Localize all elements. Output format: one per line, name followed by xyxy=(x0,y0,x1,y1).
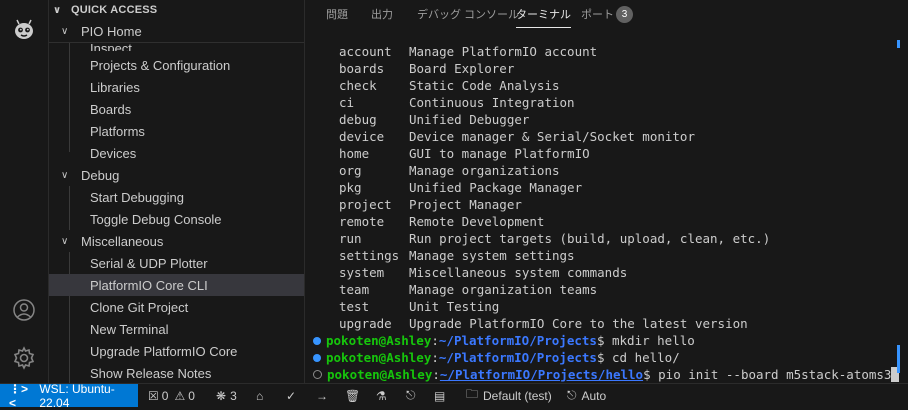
remote-icon: ⋮>< xyxy=(9,381,29,410)
ports-count-badge: 3 xyxy=(616,6,633,23)
terminal-prompt-line: pokoten@Ashley: ~/PlatformIO/Projects $ mk… xyxy=(313,332,695,349)
status-bar: ⋮>< WSL: Ubuntu-22.04 ☒ 0 ⚠ 0 ❋ 3 ⌂ ✓ → … xyxy=(0,381,908,410)
pio-terminal-icon[interactable]: ▤ xyxy=(434,384,445,407)
pio-home-icon[interactable]: ⌂ xyxy=(256,384,263,407)
sidebar-item-label: Show Release Notes xyxy=(90,365,212,381)
command-success-decoration-icon[interactable] xyxy=(313,353,321,362)
terminal-prompt-line: pokoten@Ashley: ~/PlatformIO/Projects $ cd… xyxy=(313,349,680,366)
platformio-alien-icon[interactable] xyxy=(12,18,36,42)
pio-serial-monitor-plug-icon[interactable]: ⎋ xyxy=(406,384,416,407)
activity-bar xyxy=(0,0,49,383)
port-auto-selector[interactable]: ⎋ Auto xyxy=(567,384,606,407)
error-icon: ☒ xyxy=(148,388,159,403)
terminal-line: system Miscellaneous system commands xyxy=(339,265,628,280)
terminal-line: remote Remote Development xyxy=(339,214,545,229)
chevron-down-icon: ∨ xyxy=(53,4,62,16)
sidebar-item-projects-configuration[interactable]: Projects & Configuration xyxy=(49,54,304,76)
terminal-output[interactable]: account Manage PlatformIO account boards B… xyxy=(305,38,900,383)
tab-problems[interactable]: 問題 xyxy=(326,0,348,30)
terminal-line: ci Continuous Integration xyxy=(339,95,575,110)
terminal-prompt-line: pokoten@Ashley: ~/PlatformIO/Projects/hel… xyxy=(313,366,900,383)
problems-status[interactable]: ☒ 0 ⚠ 0 xyxy=(148,384,195,407)
command-success-decoration-icon[interactable] xyxy=(313,336,321,345)
quick-access-title: QUICK ACCESS xyxy=(71,4,158,16)
plug-icon: ⎋ xyxy=(567,388,577,402)
sidebar-item-devices[interactable]: Devices xyxy=(49,142,304,164)
sidebar-item-label: Libraries xyxy=(90,79,140,95)
sidebar-item-platformio-core-cli[interactable]: PlatformIO Core CLI xyxy=(49,274,304,296)
sidebar-group-debug[interactable]: ∨ Debug xyxy=(49,164,304,186)
chevron-down-icon: ∨ xyxy=(61,235,69,247)
remote-indicator[interactable]: ⋮>< WSL: Ubuntu-22.04 xyxy=(0,381,138,410)
folder-icon: 🗀 xyxy=(466,387,479,401)
pio-test-flask-icon[interactable]: ⚗ xyxy=(376,384,387,407)
tab-terminal[interactable]: ターミナル xyxy=(516,0,571,30)
sidebar-group-label: PIO Home xyxy=(81,23,142,39)
terminal-line: home GUI to manage PlatformIO xyxy=(339,146,590,161)
sidebar-group-label: Miscellaneous xyxy=(81,233,164,249)
sidebar-group-label: Debug xyxy=(81,167,120,183)
sidebar-item-serial-udp-plotter[interactable]: Serial & UDP Plotter xyxy=(49,252,304,274)
chevron-down-icon: ∨ xyxy=(61,169,69,181)
terminal-line: test Unit Testing xyxy=(339,299,500,314)
account-icon[interactable] xyxy=(12,298,36,322)
sidebar-item-show-release-notes[interactable]: Show Release Notes xyxy=(49,362,304,383)
sidebar-group-miscellaneous[interactable]: ∨ Miscellaneous xyxy=(49,230,304,252)
terminal-line: settings Manage system settings xyxy=(339,248,575,263)
sidebar-item-boards[interactable]: Boards xyxy=(49,98,304,120)
chevron-down-icon: ∨ xyxy=(61,25,69,37)
command-pending-decoration-icon[interactable] xyxy=(313,370,322,379)
sidebar-item-label: Start Debugging xyxy=(90,189,184,205)
terminal-line: device Device manager & Serial/Socket mon… xyxy=(339,129,695,144)
sidebar-group-pio-home[interactable]: ∨ PIO Home xyxy=(49,20,304,42)
quick-access-header[interactable]: ∨ QUICK ACCESS xyxy=(49,0,304,20)
pio-upload-arrow-icon[interactable]: → xyxy=(316,384,328,407)
terminal-line: run Run project targets (build, upload, c… xyxy=(339,231,771,246)
terminal-line: debug Unified Debugger xyxy=(339,112,530,127)
warning-icon: ⚠ xyxy=(174,388,186,403)
terminal-line: account Manage PlatformIO account xyxy=(339,44,598,59)
scrollbar-marker xyxy=(897,40,900,48)
terminal-line: org Manage organizations xyxy=(339,163,560,178)
tab-ports[interactable]: ポート xyxy=(581,0,614,30)
sidebar-item-platforms[interactable]: Platforms xyxy=(49,120,304,142)
sidebar-item-start-debugging[interactable]: Start Debugging xyxy=(49,186,304,208)
env-selector[interactable]: 🗀 Default (test) xyxy=(466,384,552,407)
terminal-line: pkg Unified Package Manager xyxy=(339,180,583,195)
scrollbar-marker xyxy=(897,345,900,373)
sidebar-item-toggle-debug-console[interactable]: Toggle Debug Console xyxy=(49,208,304,230)
pio-clean-trash-icon[interactable]: 🗑 xyxy=(345,384,360,407)
terminal-line: project Project Manager xyxy=(339,197,522,212)
terminal-line: upgrade Upgrade PlatformIO Core to the la… xyxy=(339,316,748,331)
sidebar-item-label: Clone Git Project xyxy=(90,299,189,315)
terminal-line: team Manage organization teams xyxy=(339,282,598,297)
remote-label: WSL: Ubuntu-22.04 xyxy=(39,381,115,410)
ports-status[interactable]: ❋ 3 xyxy=(216,384,237,407)
sidebar-item-upgrade-platformio-core[interactable]: Upgrade PlatformIO Core xyxy=(49,340,304,362)
sidebar-item-libraries[interactable]: Libraries xyxy=(49,76,304,98)
tab-debug-console[interactable]: デバッグ コンソール xyxy=(417,0,519,30)
sidebar-item-label: Devices xyxy=(90,145,137,161)
panel-tabs: 問題 出力 デバッグ コンソール ターミナル ポート 3 xyxy=(305,0,908,30)
broadcast-icon: ❋ xyxy=(216,388,227,403)
tab-output[interactable]: 出力 xyxy=(371,0,393,30)
sidebar-item-clone-git-project[interactable]: Clone Git Project xyxy=(49,296,304,318)
pio-build-check-icon[interactable]: ✓ xyxy=(286,384,296,407)
sidebar-item-label: Upgrade PlatformIO Core xyxy=(90,343,238,359)
bottom-panel: 問題 出力 デバッグ コンソール ターミナル ポート 3 account Mana… xyxy=(305,0,908,383)
sidebar-item-label: Boards xyxy=(90,101,132,117)
settings-gear-icon[interactable] xyxy=(12,346,36,370)
terminal-line: check Static Code Analysis xyxy=(339,78,560,93)
sidebar-item-label: New Terminal xyxy=(90,321,169,337)
sidebar-item-label: Projects & Configuration xyxy=(90,57,231,73)
sidebar-item-label: Serial & UDP Plotter xyxy=(90,255,208,271)
quick-access-sidebar: ∨ QUICK ACCESS Inspect ∨ PIO Home Projec… xyxy=(49,0,305,383)
divider xyxy=(49,42,304,43)
sidebar-item-label: Toggle Debug Console xyxy=(90,211,222,227)
terminal-line: boards Board Explorer xyxy=(339,61,515,76)
sidebar-item-label: PlatformIO Core CLI xyxy=(90,277,208,293)
sidebar-item-label: Platforms xyxy=(90,123,145,139)
sidebar-item-new-terminal[interactable]: New Terminal xyxy=(49,318,304,340)
